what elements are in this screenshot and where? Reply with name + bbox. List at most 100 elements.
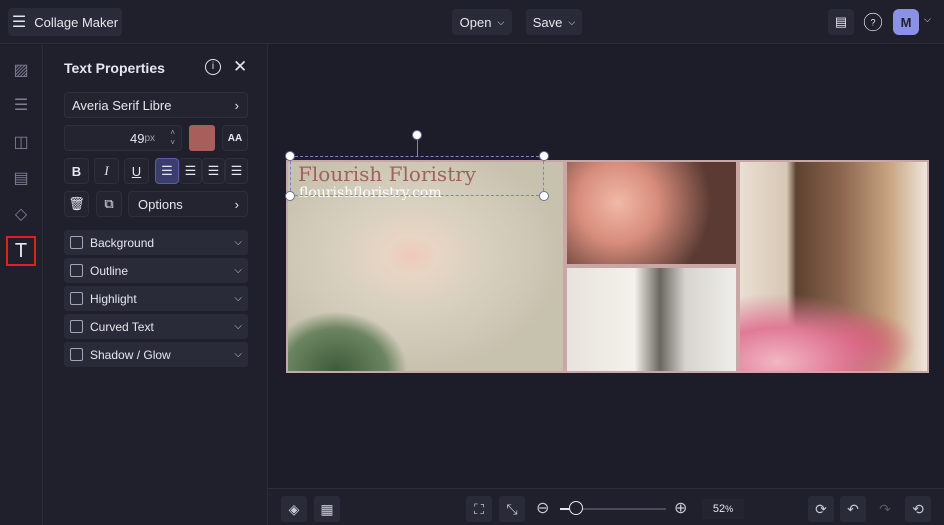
underline-label: U [131,163,142,179]
avatar-initial: M [900,14,912,30]
layers-icon: ◈ [288,500,300,517]
zoom-in-icon[interactable]: ⊕ [674,498,687,518]
chevron-down-icon: ⌵ [568,16,576,27]
align-right-button[interactable]: ☰ [202,158,225,184]
align-center-button[interactable]: ☰ [179,158,202,184]
zoom-slider-knob[interactable] [568,501,583,515]
italic-button[interactable]: I [94,158,119,184]
shrink-button[interactable]: ⤡ [499,496,525,522]
zoom-out-icon[interactable]: ⊖ [536,498,549,518]
info-icon[interactable]: i [205,59,221,75]
zoom-level[interactable]: 52% [702,499,744,519]
resize-handle[interactable] [285,191,295,201]
image-icon[interactable]: ▨ [8,57,34,83]
chevron-down-icon: ⌵ [234,321,242,332]
align-left-icon: ☰ [161,163,173,178]
menu-button[interactable]: ☰ Collage Maker [8,8,122,36]
app-title: Collage Maker [34,14,119,30]
expand-icon: ⛶ [474,500,484,517]
stepper-icon[interactable]: ˄ ˅ [170,128,175,148]
checkbox[interactable] [70,348,83,361]
comment-icon: ▤ [834,14,848,29]
avatar[interactable]: M [893,9,919,35]
text-color-swatch[interactable] [189,125,215,151]
grid-button[interactable]: ▦ [314,496,340,522]
undo-button[interactable]: ↶ [840,496,866,522]
align-center-icon: ☰ [184,163,197,178]
resize-handle[interactable] [539,191,549,201]
zoom-value: 52 [712,503,726,515]
font-select[interactable]: Averia Serif Libre › [64,92,248,118]
top-bar: ☰ Collage Maker Open ⌵ Save ⌵ ▤ ? M ⌵ [0,0,944,44]
chevron-down-icon: ⌵ [234,237,242,248]
chevron-down-icon[interactable]: ⌵ [924,14,931,25]
section-background[interactable]: Background ⌵ [64,230,248,255]
undo-icon: ↶ [847,500,859,517]
rotate-handle[interactable] [412,130,422,140]
save-label: Save [532,14,563,30]
panel-title: Text Properties [64,60,165,76]
bottom-toolbar: ◈ ▦ ⛶ ⤡ ⊖ ⊕ 52% ⟳ ↶ ↷ ⟲ [268,488,944,525]
history-button[interactable]: ⟲ [905,496,931,522]
graphics-icon[interactable]: ◇ [8,201,34,227]
checkbox[interactable] [70,292,83,305]
italic-label: I [104,163,109,178]
justify-button[interactable]: ☰ [225,158,248,184]
refresh-button[interactable]: ⟳ [808,496,834,522]
selection-box[interactable] [290,156,544,196]
resize-handle[interactable] [539,151,549,161]
shrink-icon: ⤡ [506,500,518,517]
section-shadow-glow[interactable]: Shadow / Glow ⌵ [64,342,248,367]
help-icon: ? [870,16,876,28]
photo-florist[interactable] [567,268,736,371]
bold-label: B [71,163,82,179]
photo-dahlias[interactable] [567,162,736,264]
history-icon: ⟲ [912,500,924,517]
layout-icon[interactable]: ◫ [8,129,34,155]
font-size-value: 49 [129,130,145,146]
font-size-input[interactable]: 49 px ˄ ˅ [64,125,182,151]
trash-icon: 🗑 [68,196,85,211]
save-button[interactable]: Save ⌵ [526,9,582,35]
chevron-down-icon: ⌵ [234,293,242,304]
grid-icon: ▦ [320,500,334,517]
photo-flower-shop[interactable] [740,162,927,371]
section-highlight[interactable]: Highlight ⌵ [64,286,248,311]
open-button[interactable]: Open ⌵ [452,9,512,35]
delete-button[interactable]: 🗑 [64,191,89,217]
checkbox[interactable] [70,264,83,277]
text-icon[interactable]: T [6,236,36,266]
checkbox[interactable] [70,236,83,249]
chevron-right-icon: › [234,196,239,212]
align-left-button[interactable]: ☰ [155,158,179,184]
justify-icon: ☰ [230,163,243,178]
redo-button[interactable]: ↷ [872,496,898,522]
layers-button[interactable]: ◈ [281,496,307,522]
close-icon[interactable]: ✕ [233,57,247,77]
leaf-shape [288,311,408,371]
hamburger-icon: ☰ [11,14,27,31]
bold-button[interactable]: B [64,158,89,184]
duplicate-icon: ⧉ [104,196,114,211]
duplicate-button[interactable]: ⧉ [96,191,122,217]
section-curved-text[interactable]: Curved Text ⌵ [64,314,248,339]
redo-icon: ↷ [879,500,891,517]
section-outline[interactable]: Outline ⌵ [64,258,248,283]
fit-button[interactable]: ⛶ [466,496,492,522]
underline-button[interactable]: U [124,158,149,184]
align-right-icon: ☰ [207,163,220,178]
options-label: Options [138,196,183,212]
background-icon[interactable]: ▤ [8,165,34,191]
help-button[interactable]: ? [863,12,883,32]
resize-handle[interactable] [285,151,295,161]
flowers-shape [740,281,927,371]
refresh-icon: ⟳ [815,500,827,517]
chevron-right-icon: › [234,97,239,113]
checkbox[interactable] [70,320,83,333]
comment-button[interactable]: ▤ [828,9,854,35]
options-button[interactable]: Options › [128,191,248,217]
zoom-slider[interactable] [560,501,666,515]
adjust-icon[interactable]: ☰ [8,92,34,118]
tool-rail: ▨ ☰ ◫ ▤ ◇ T [0,45,43,525]
letter-spacing-icon[interactable]: AA [222,125,248,151]
